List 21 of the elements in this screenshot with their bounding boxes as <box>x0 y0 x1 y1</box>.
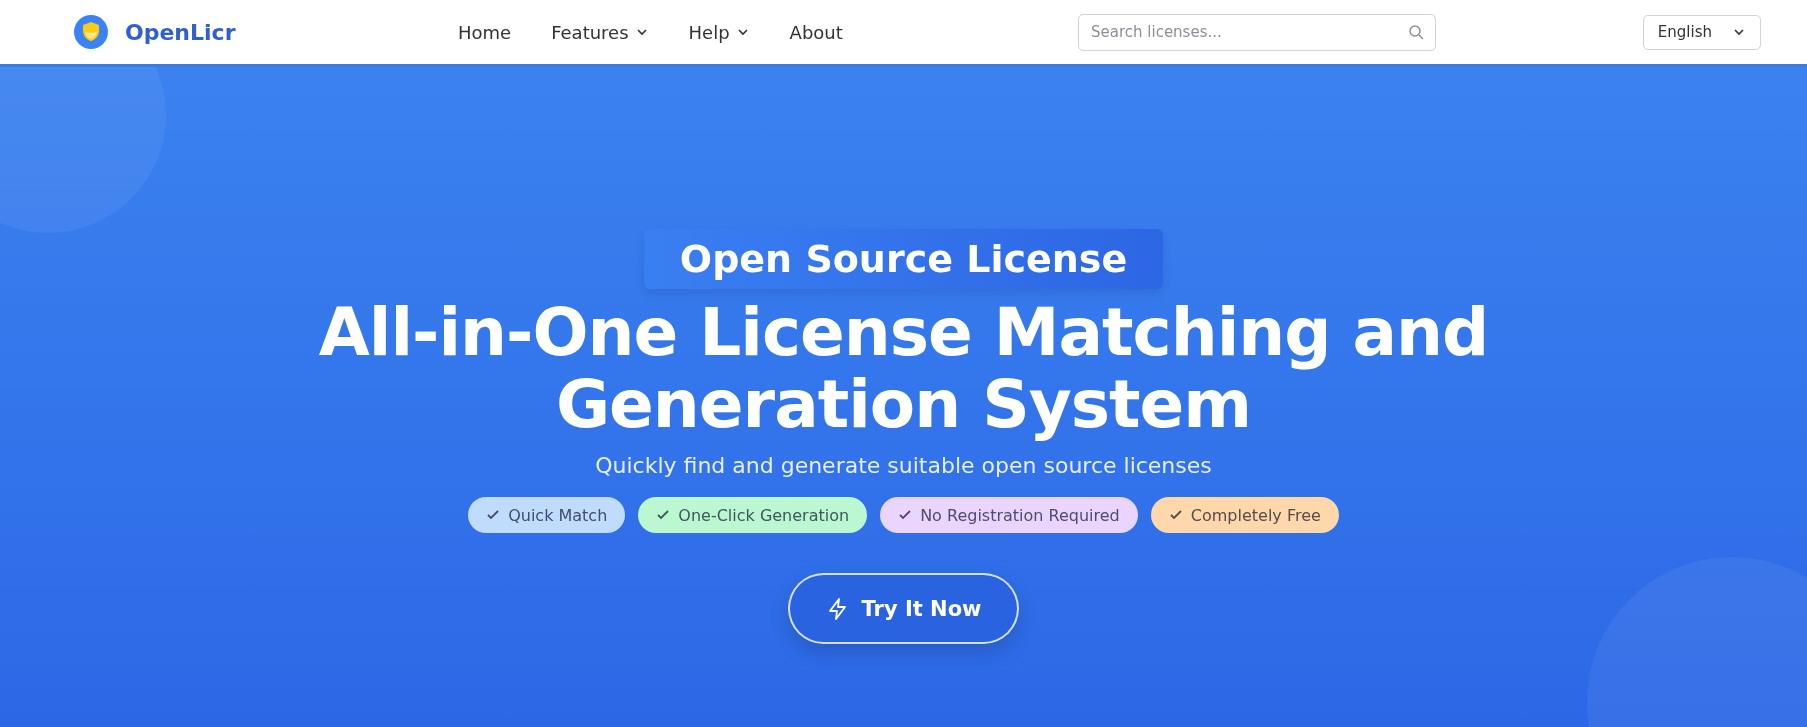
try-it-now-button[interactable]: Try It Now <box>787 573 1020 644</box>
check-icon <box>1168 508 1183 522</box>
check-icon <box>656 508 671 522</box>
nav-link[interactable]: Home <box>458 21 512 43</box>
feature-tag: Completely Free <box>1150 497 1339 533</box>
feature-tag: No Registration Required <box>880 497 1138 533</box>
shield-logo-icon <box>74 15 108 49</box>
hero-subtitle: Quickly find and generate suitable open source licenses <box>595 453 1212 478</box>
hero-title: All-in-One License Matching and Generation System <box>317 297 1490 441</box>
feature-tag: One-Click Generation <box>638 497 868 533</box>
search-icon <box>1408 23 1424 40</box>
search-field[interactable]: Search licenses... <box>1078 13 1436 51</box>
check-icon <box>486 508 501 522</box>
check-icon <box>898 508 913 522</box>
language-select[interactable]: English <box>1642 14 1761 50</box>
hero-badge: Open Source License <box>643 229 1164 289</box>
brand-name: OpenLicr <box>125 19 236 45</box>
feature-tag: Quick Match <box>468 497 626 533</box>
nav-link[interactable]: Help <box>688 21 750 43</box>
nav-link[interactable]: About <box>789 21 843 43</box>
nav-link[interactable]: Features <box>551 21 649 43</box>
